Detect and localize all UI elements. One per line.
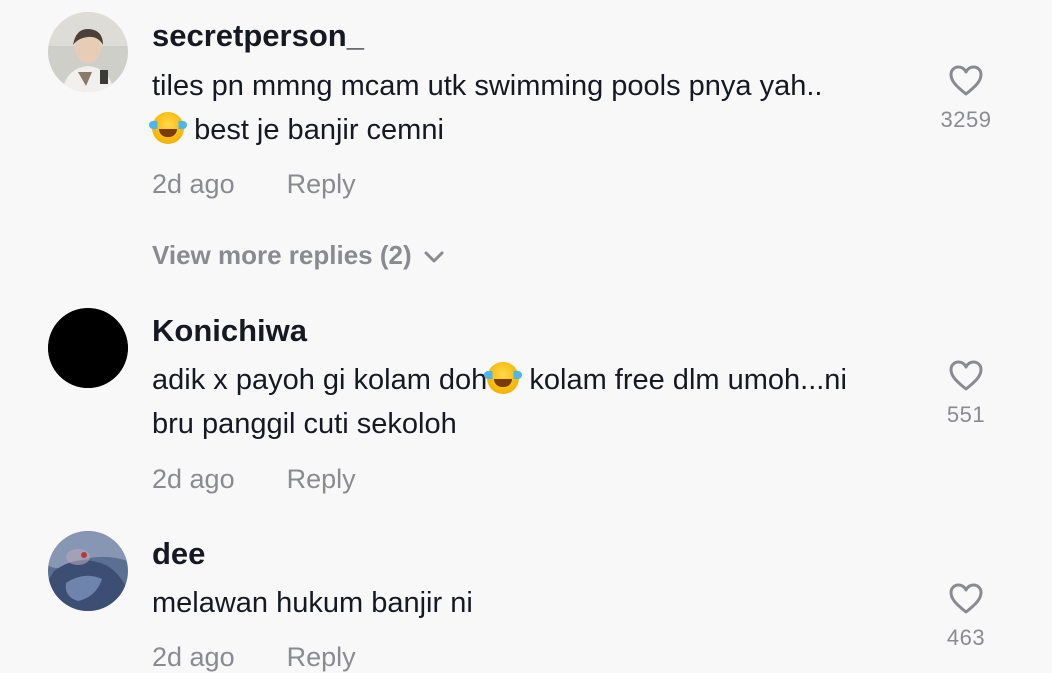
like-button[interactable]: 463: [921, 582, 1011, 651]
comment-timestamp: 2d ago: [152, 464, 235, 494]
comment-meta: 2d ago Reply: [152, 169, 356, 200]
laughing-emoji-icon: [149, 112, 187, 144]
chevron-down-icon: [424, 251, 444, 263]
view-more-replies-button[interactable]: View more replies (2): [152, 240, 444, 271]
comment-text: adik x payoh gi kolam doh kolam free dlm…: [152, 358, 922, 446]
comment-text-fragment: best je banjir cemni: [194, 114, 444, 146]
comment-username[interactable]: secretperson_: [152, 18, 364, 54]
comment-text-line: bru panggil cuti sekoloh: [152, 408, 457, 440]
comment-text-line: adik x payoh gi kolam doh kolam free dlm…: [152, 358, 922, 402]
avatar[interactable]: [48, 531, 128, 611]
reply-button[interactable]: Reply: [287, 169, 356, 199]
comment-text-fragment: kolam free dlm umoh...ni: [521, 364, 847, 396]
comment-username[interactable]: Konichiwa: [152, 313, 307, 349]
comment-text: melawan hukum banjir ni: [152, 581, 922, 625]
person-photo-avatar-icon: [48, 12, 128, 92]
like-count: 463: [946, 625, 986, 650]
avatar[interactable]: [48, 308, 128, 388]
avatar[interactable]: [48, 12, 128, 92]
comment-text-line: tiles pn mmng mcam utk swimming pools pn…: [152, 70, 823, 102]
reply-button[interactable]: Reply: [287, 642, 356, 672]
comment-text-line: melawan hukum banjir ni: [152, 587, 473, 619]
comment-text-fragment: adik x payoh gi kolam doh: [152, 364, 488, 396]
heart-icon: [949, 65, 983, 96]
like-count: 551: [946, 402, 986, 427]
comment-username[interactable]: dee: [152, 536, 205, 572]
like-button[interactable]: 551: [921, 359, 1011, 428]
heart-icon: [949, 360, 983, 391]
blue-photo-avatar-icon: [48, 531, 128, 611]
comment-timestamp: 2d ago: [152, 169, 235, 199]
like-count: 3259: [940, 107, 992, 132]
laughing-emoji-icon: [484, 362, 523, 394]
comment-text-line: best je banjir cemni: [149, 108, 922, 152]
view-more-replies-label: View more replies (2): [152, 240, 412, 270]
comment-text: tiles pn mmng mcam utk swimming pools pn…: [149, 64, 922, 152]
black-circle-avatar-icon: [48, 308, 128, 388]
heart-icon: [949, 583, 983, 614]
comment-timestamp: 2d ago: [152, 642, 235, 672]
reply-button[interactable]: Reply: [287, 464, 356, 494]
like-button[interactable]: 3259: [921, 64, 1011, 133]
comment-meta: 2d ago Reply: [152, 642, 356, 673]
comment-meta: 2d ago Reply: [152, 464, 356, 495]
